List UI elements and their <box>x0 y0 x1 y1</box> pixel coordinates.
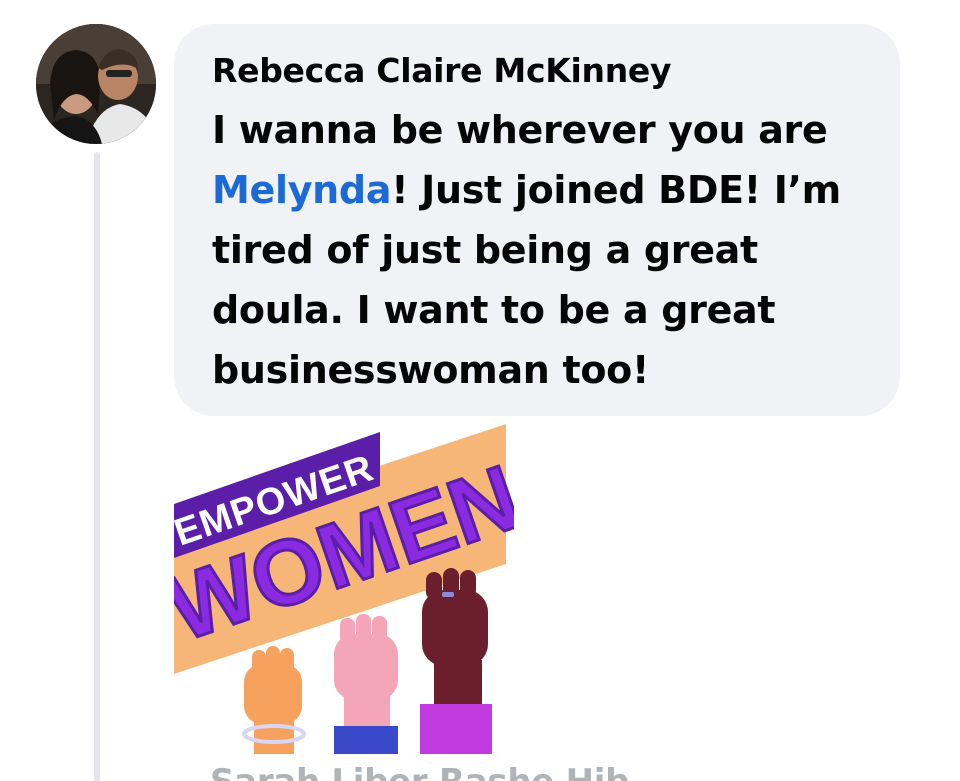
thread-line <box>94 152 100 781</box>
avatar[interactable] <box>36 24 156 144</box>
fist-right-icon <box>420 568 492 754</box>
fist-left-icon <box>242 646 306 754</box>
comment-text: I wanna be wherever you are Melynda! Jus… <box>212 100 862 400</box>
comment-bubble: Rebecca Claire McKinney I wanna be where… <box>174 24 900 416</box>
comment-line-1: I wanna be wherever you are <box>212 108 828 152</box>
empower-women-sticker[interactable]: EMPOWER WOMEN <box>154 424 533 754</box>
mention-link[interactable]: Melynda <box>212 168 391 212</box>
profile-photo-icon <box>36 24 156 144</box>
comment-line-2: ! Just joined BDE! I’m <box>391 168 841 212</box>
comment-line-4: doula. I want to be a great <box>212 288 776 332</box>
fist-middle-icon <box>334 614 398 754</box>
comment-thread: Rebecca Claire McKinney I wanna be where… <box>0 0 960 781</box>
comment-author[interactable]: Rebecca Claire McKinney <box>212 48 862 94</box>
next-comment-author[interactable]: Sarah Liber Rashe Hib <box>210 762 629 781</box>
comment-line-5: businesswoman too! <box>212 348 649 392</box>
comment-line-3: tired of just being a great <box>212 228 758 272</box>
sticker-image: EMPOWER WOMEN <box>154 424 533 754</box>
